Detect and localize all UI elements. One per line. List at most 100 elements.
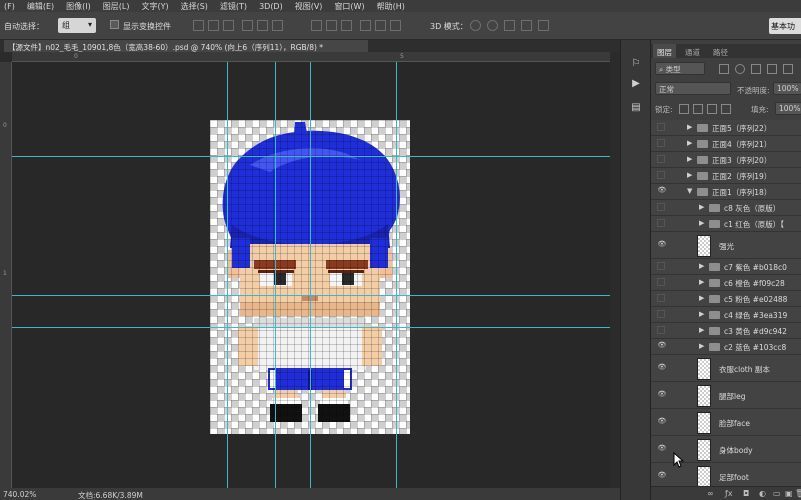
vertical-ruler[interactable]: 0 1 bbox=[0, 62, 12, 488]
layer-style-icon[interactable]: ƒx bbox=[725, 489, 733, 498]
expand-arrow-icon[interactable]: ▶ bbox=[687, 171, 692, 179]
distribute-right-icon[interactable] bbox=[390, 20, 401, 31]
layer-row[interactable]: 👁 脸部face bbox=[651, 409, 801, 436]
show-transform-checkbox[interactable] bbox=[110, 20, 119, 29]
layer-group-row[interactable]: ▶ 正面5（序列22） bbox=[651, 120, 801, 136]
lock-pixels-icon[interactable] bbox=[693, 104, 703, 114]
delete-layer-icon[interactable]: 🗑 bbox=[795, 489, 801, 498]
menu-item[interactable]: 文字(Y) bbox=[141, 1, 168, 12]
3d-roll-icon[interactable] bbox=[487, 20, 498, 31]
opacity-field[interactable]: 100% bbox=[773, 82, 801, 95]
zoom-level[interactable]: 740.02% bbox=[3, 490, 36, 499]
guide-vertical[interactable] bbox=[275, 62, 276, 488]
menu-item[interactable]: 滤镜(T) bbox=[220, 1, 247, 12]
expand-arrow-icon[interactable]: ▶ bbox=[687, 139, 692, 147]
3d-pan-icon[interactable] bbox=[504, 20, 515, 31]
fill-field[interactable]: 100% bbox=[775, 102, 801, 115]
visibility-toggle[interactable] bbox=[657, 171, 665, 179]
expand-arrow-icon[interactable]: ▶ bbox=[699, 219, 704, 227]
layer-group-row[interactable]: ▶ c4 绿色 #3ea319 bbox=[651, 307, 801, 323]
menu-item[interactable]: 帮助(H) bbox=[377, 1, 405, 12]
document-tab[interactable]: 【源文件】n02_毛毛_10901,8色（宽高38-60）.psd @ 740%… bbox=[4, 40, 368, 52]
visibility-eye-icon[interactable]: 👁 bbox=[657, 363, 667, 371]
tab-layers[interactable]: 图层 bbox=[653, 44, 676, 58]
expand-arrow-icon[interactable]: ▶ bbox=[699, 326, 704, 334]
visibility-toggle[interactable] bbox=[657, 219, 665, 227]
lock-transparent-icon[interactable] bbox=[679, 104, 689, 114]
3d-rotate-icon[interactable] bbox=[470, 20, 481, 31]
lock-position-icon[interactable] bbox=[707, 104, 717, 114]
visibility-toggle[interactable] bbox=[657, 123, 665, 131]
filter-smartobject-icon[interactable] bbox=[783, 64, 793, 74]
filter-shape-icon[interactable] bbox=[767, 64, 777, 74]
visibility-eye-icon[interactable]: 👁 bbox=[657, 471, 667, 479]
properties-icon[interactable]: ▤ bbox=[628, 100, 644, 116]
collapse-arrow-icon[interactable]: ▼ bbox=[687, 187, 692, 195]
layer-group-row[interactable]: ▶ c1 红色（原版）【 bbox=[651, 216, 801, 232]
align-bottom-icon[interactable] bbox=[223, 20, 234, 31]
guide-vertical[interactable] bbox=[396, 62, 397, 488]
visibility-toggle[interactable] bbox=[657, 326, 665, 334]
visibility-eye-icon[interactable]: 👁 bbox=[657, 186, 667, 194]
visibility-eye-icon[interactable]: 👁 bbox=[657, 341, 667, 349]
layer-group-row[interactable]: ▶ c8 灰色（原版） bbox=[651, 200, 801, 216]
align-vcenter-icon[interactable] bbox=[208, 20, 219, 31]
layer-row[interactable]: 👁 强光 bbox=[651, 232, 801, 259]
link-layers-icon[interactable]: ∞ bbox=[707, 489, 714, 498]
filter-kind-dropdown[interactable]: ⌕ 类型 bbox=[655, 62, 705, 75]
lock-all-icon[interactable] bbox=[721, 104, 731, 114]
align-top-icon[interactable] bbox=[193, 20, 204, 31]
guide-horizontal[interactable] bbox=[12, 295, 610, 296]
distribute-top-icon[interactable] bbox=[311, 20, 322, 31]
new-group-icon[interactable]: ▭ bbox=[773, 489, 781, 498]
menu-item[interactable]: 图像(I) bbox=[66, 1, 91, 12]
layer-row[interactable]: 👁 腿部leg bbox=[651, 382, 801, 409]
menu-item[interactable]: (F) bbox=[4, 2, 15, 11]
align-left-icon[interactable] bbox=[242, 20, 253, 31]
distribute-hcenter-icon[interactable] bbox=[375, 20, 386, 31]
visibility-eye-icon[interactable]: 👁 bbox=[657, 390, 667, 398]
new-layer-icon[interactable]: ▣ bbox=[785, 489, 793, 498]
visibility-toggle[interactable] bbox=[657, 155, 665, 163]
guide-horizontal[interactable] bbox=[12, 156, 610, 157]
align-hcenter-icon[interactable] bbox=[257, 20, 268, 31]
distribute-left-icon[interactable] bbox=[360, 20, 371, 31]
guide-horizontal[interactable] bbox=[12, 327, 610, 328]
layer-group-row[interactable]: 👁 ▶ c2 蓝色 #103cc8 bbox=[651, 339, 801, 355]
visibility-toggle[interactable] bbox=[657, 294, 665, 302]
layer-group-row[interactable]: ▶ 正面2（序列19） bbox=[651, 168, 801, 184]
filter-adjustment-icon[interactable] bbox=[735, 64, 745, 74]
visibility-toggle[interactable] bbox=[657, 139, 665, 147]
visibility-eye-icon[interactable]: 👁 bbox=[657, 417, 667, 425]
layer-group-row[interactable]: ▶ c7 紫色 #b018c0 bbox=[651, 259, 801, 275]
layer-group-row[interactable]: ▶ c6 橙色 #f09c28 bbox=[651, 275, 801, 291]
menu-item[interactable]: 编辑(E) bbox=[27, 1, 54, 12]
guide-vertical[interactable] bbox=[310, 62, 311, 488]
menu-item[interactable]: 选择(S) bbox=[181, 1, 208, 12]
expand-arrow-icon[interactable]: ▶ bbox=[699, 262, 704, 270]
adjustment-layer-icon[interactable]: ◐ bbox=[759, 489, 766, 498]
canvas-area[interactable] bbox=[12, 62, 610, 488]
expand-arrow-icon[interactable]: ▶ bbox=[699, 310, 704, 318]
workspace-switcher[interactable]: 基本功 bbox=[769, 18, 801, 34]
blend-mode-dropdown[interactable]: 正常 bbox=[655, 82, 731, 95]
distribute-bottom-icon[interactable] bbox=[341, 20, 352, 31]
menu-item[interactable]: 窗口(W) bbox=[334, 1, 364, 12]
visibility-toggle[interactable] bbox=[657, 203, 665, 211]
menu-item[interactable]: 图层(L) bbox=[103, 1, 130, 12]
menu-item[interactable]: 3D(D) bbox=[259, 2, 283, 11]
expand-arrow-icon[interactable]: ▶ bbox=[699, 294, 704, 302]
expand-arrow-icon[interactable]: ▶ bbox=[699, 342, 704, 350]
visibility-eye-icon[interactable]: 👁 bbox=[657, 444, 667, 452]
layer-group-row[interactable]: 👁 ▼ 正面1（序列18） bbox=[651, 184, 801, 200]
expand-arrow-icon[interactable]: ▶ bbox=[687, 155, 692, 163]
guide-vertical[interactable] bbox=[227, 62, 228, 488]
filter-type-icon[interactable] bbox=[751, 64, 761, 74]
3d-slide-icon[interactable] bbox=[521, 20, 532, 31]
tab-paths[interactable]: 路径 bbox=[709, 44, 732, 58]
layer-group-row[interactable]: ▶ c5 粉色 #e02488 bbox=[651, 291, 801, 307]
expand-arrow-icon[interactable]: ▶ bbox=[699, 203, 704, 211]
menu-item[interactable]: 视图(V) bbox=[295, 1, 323, 12]
visibility-toggle[interactable] bbox=[657, 310, 665, 318]
tab-channels[interactable]: 通道 bbox=[681, 44, 704, 58]
